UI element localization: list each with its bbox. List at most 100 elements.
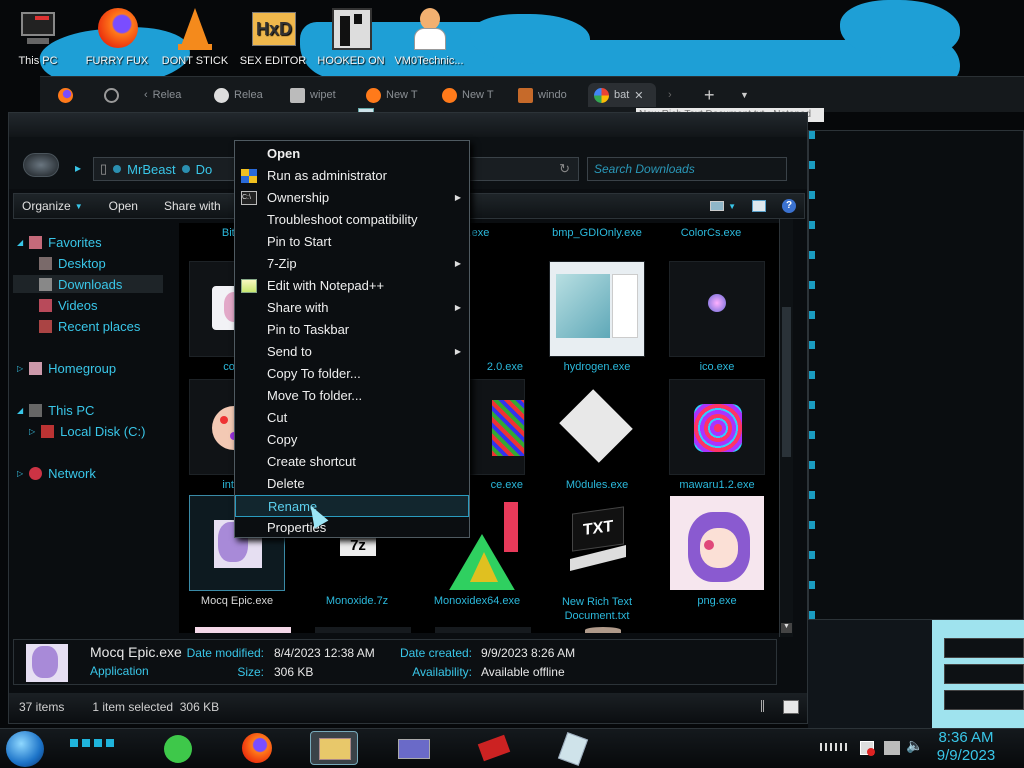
taskbar-app-window[interactable] (390, 731, 438, 765)
breadcrumb-item[interactable]: Do (196, 162, 213, 177)
preview-pane-icon[interactable] (744, 200, 774, 212)
menu-item-pin-to-start[interactable]: Pin to Start (235, 231, 469, 253)
details-view-icon[interactable] (761, 700, 775, 712)
file-item[interactable]: M0dules.exe (547, 379, 647, 491)
chevron-icon (181, 165, 190, 173)
view-options-icon[interactable]: ▼ (702, 201, 744, 211)
taskbar-app-firefox[interactable] (234, 731, 282, 765)
tab-label: bat (614, 89, 630, 101)
menu-item-copy-to-folder[interactable]: Copy To folder... (235, 363, 469, 385)
browser-tab-active[interactable]: bat ✕ (588, 83, 656, 107)
help-icon[interactable]: ? (774, 199, 804, 213)
menu-item-7-zip[interactable]: 7-Zip ▶ (235, 253, 469, 275)
menu-item-run-as-administrator[interactable]: Run as administrator (235, 165, 469, 187)
menu-item-label: Delete (267, 476, 305, 491)
nav-this-pc[interactable]: ◢ This PC (17, 401, 94, 419)
taskbar-app-notepad[interactable] (550, 731, 598, 766)
submenu-arrow-icon: ▶ (454, 347, 461, 356)
nav-downloads[interactable]: Downloads (13, 275, 163, 293)
nav-favorites[interactable]: ◢ Favorites (17, 233, 102, 251)
desktop-icon-furry-fux[interactable]: FURRY FUX (81, 6, 153, 67)
browser-tab[interactable]: New T (366, 83, 422, 107)
decoration (70, 739, 114, 747)
desktop-icon-hooked-on[interactable]: HOOKED ON (315, 6, 387, 67)
close-icon[interactable]: ✕ (634, 89, 643, 102)
file-item[interactable]: hydrogen.exe (547, 261, 647, 373)
file-item[interactable]: ico.exe (667, 261, 767, 373)
desktop-icon-dont-stick[interactable]: DONT STICK (159, 6, 231, 67)
globe-icon[interactable] (104, 83, 119, 107)
nav-videos[interactable]: Videos (39, 296, 98, 314)
menu-item-properties[interactable]: Properties (235, 517, 469, 539)
browser-tab[interactable]: ‹ Relea (144, 83, 194, 107)
menu-item-move-to-folder[interactable]: Move To folder... (235, 385, 469, 407)
firefox-icon[interactable] (58, 83, 73, 107)
taskbar-app-notes[interactable] (156, 731, 204, 765)
organize-button[interactable]: Organize ▼ (14, 199, 91, 213)
network-status-icon[interactable] (884, 741, 900, 755)
menu-item-ownership[interactable]: C:\ Ownership ▶ (235, 187, 469, 209)
file-thumbnail (435, 627, 531, 633)
recent-pages-icon[interactable]: ▸ (75, 161, 85, 175)
file-item[interactable]: TXT New Rich Text Document.txt (547, 495, 647, 623)
nav-desktop[interactable]: Desktop (39, 254, 106, 272)
share-with-button[interactable]: Share with (156, 199, 229, 213)
details-file-type: Application (90, 664, 149, 678)
new-tab-button[interactable]: + (704, 83, 715, 107)
menu-item-send-to[interactable]: Send to ▶ (235, 341, 469, 363)
file-item[interactable]: mawaru1.2.exe (667, 379, 767, 491)
large-icons-view-icon[interactable] (783, 700, 799, 714)
menu-item-pin-to-taskbar[interactable]: Pin to Taskbar (235, 319, 469, 341)
menu-item-edit-with-notepad[interactable]: Edit with Notepad++ (235, 275, 469, 297)
breadcrumb-item[interactable]: MrBeast (127, 162, 175, 177)
page-icon (518, 87, 533, 103)
nav-label: Downloads (58, 276, 123, 292)
github-icon (214, 87, 229, 103)
menu-item-troubleshoot-compatibility[interactable]: Troubleshoot compatibility (235, 209, 469, 231)
browser-tab[interactable]: Relea (214, 83, 270, 107)
refresh-icon[interactable]: ↻ (559, 161, 570, 177)
desktop-icon-sex-editor[interactable]: HxD SEX EDITOR (237, 6, 309, 67)
volume-icon[interactable]: 🔈 (906, 737, 923, 754)
file-name: Monoxide.7z (325, 595, 389, 607)
desktop-icon-vm0technic[interactable]: VM0Technic... (393, 6, 465, 67)
browser-tab[interactable]: wipet (290, 83, 346, 107)
vertical-scrollbar[interactable]: ▼ (779, 219, 793, 637)
nav-label: Local Disk (C:) (60, 423, 146, 439)
scrollbar-thumb[interactable] (782, 307, 791, 457)
nav-homegroup[interactable]: ▷ Homegroup (17, 359, 116, 377)
menu-item-delete[interactable]: Delete (235, 473, 469, 495)
flag-icon[interactable] (860, 741, 875, 756)
file-item[interactable]: ColorCs.exe (661, 223, 761, 239)
console-icon: C:\ (241, 191, 257, 205)
scroll-down-icon[interactable]: ▼ (781, 623, 792, 633)
nav-local-disk[interactable]: ▷ Local Disk (C:) (29, 422, 145, 440)
browser-tab[interactable]: New T (442, 83, 498, 107)
start-button[interactable] (6, 731, 44, 767)
browser-tab[interactable]: windo (518, 83, 574, 107)
file-item[interactable]: png.exe (667, 495, 767, 607)
open-button[interactable]: Open (101, 199, 146, 213)
system-clock[interactable]: 8:36 AM 9/9/2023 (926, 729, 1006, 765)
chevron-right-icon[interactable]: › (668, 83, 672, 107)
menu-item-copy[interactable]: Copy (235, 429, 469, 451)
background-window-lower (808, 620, 1024, 730)
recent-places-icon (39, 319, 52, 333)
menu-item-create-shortcut[interactable]: Create shortcut (235, 451, 469, 473)
nav-recent-places[interactable]: Recent places (39, 317, 140, 335)
details-label: Availability: (412, 665, 472, 679)
menu-item-open[interactable]: Open (235, 143, 469, 165)
menu-item-share-with[interactable]: Share with ▶ (235, 297, 469, 319)
taskbar-app-hxd[interactable] (470, 731, 518, 765)
desktop-icon-this-pc[interactable]: This PC (2, 6, 74, 67)
search-input[interactable]: Search Downloads (587, 157, 787, 181)
background-window (808, 130, 1024, 620)
desktop-icon-label: FURRY FUX (85, 55, 149, 67)
chevron-down-icon[interactable]: ▼ (740, 83, 749, 107)
file-item[interactable]: bmp_GDIOnly.exe (537, 223, 657, 239)
menu-item-cut[interactable]: Cut (235, 407, 469, 429)
taskbar-app-explorer[interactable] (310, 731, 358, 765)
back-button[interactable] (23, 153, 59, 177)
menu-item-rename[interactable]: Rename (235, 495, 469, 517)
nav-network[interactable]: ▷ Network (17, 464, 96, 482)
